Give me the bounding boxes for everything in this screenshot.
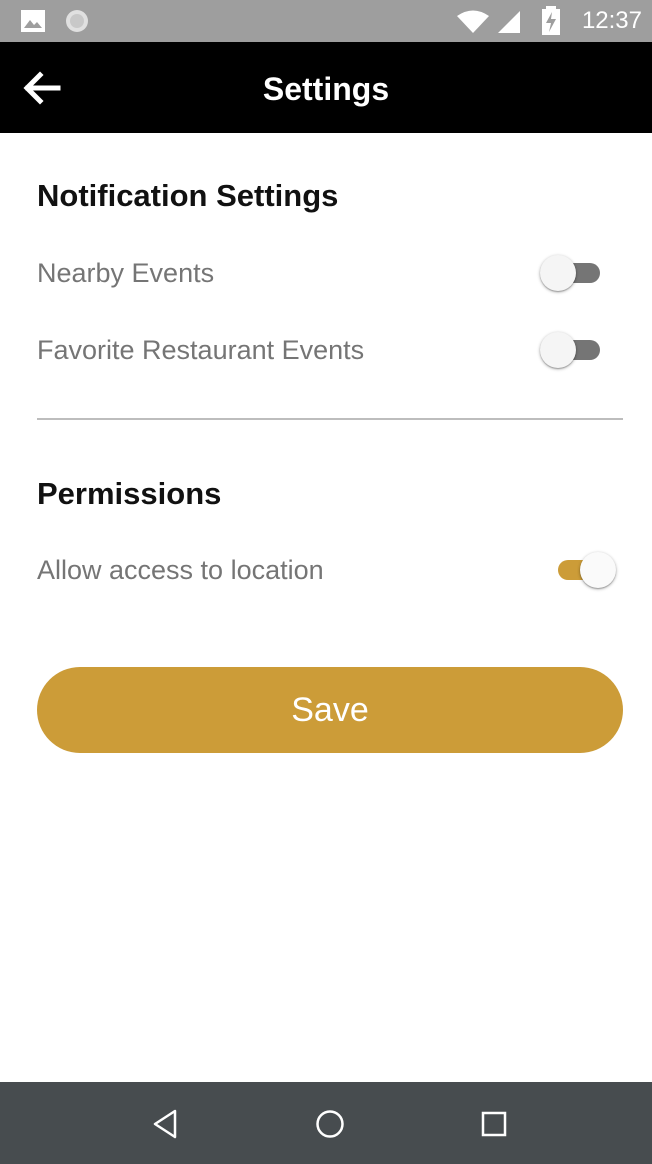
wifi-icon: [457, 10, 489, 33]
favorite-restaurant-events-label: Favorite Restaurant Events: [37, 335, 365, 365]
toggle-thumb: [580, 552, 616, 588]
nearby-events-toggle[interactable]: [540, 253, 604, 293]
notification-settings-title: Notification Settings: [37, 178, 339, 213]
back-triangle-icon[interactable]: [147, 1106, 183, 1142]
status-time: 12:37: [581, 7, 642, 34]
nearby-events-label: Nearby Events: [37, 258, 215, 288]
image-icon: [21, 10, 45, 32]
toggle-thumb: [540, 332, 576, 368]
page-title: Settings: [262, 71, 390, 107]
permissions-title: Permissions: [37, 476, 222, 511]
save-button[interactable]: Save: [37, 667, 623, 753]
toggle-thumb: [540, 255, 576, 291]
circle-notification-icon: [66, 10, 88, 32]
cell-signal-icon: [498, 11, 520, 33]
status-bar: 12:37: [0, 0, 652, 42]
location-access-toggle[interactable]: [554, 550, 618, 590]
app-bar: Settings: [0, 42, 652, 133]
favorite-restaurant-events-toggle[interactable]: [540, 330, 604, 370]
recents-square-icon[interactable]: [476, 1106, 512, 1142]
home-circle-icon[interactable]: [312, 1106, 348, 1142]
system-nav-bar: [0, 1082, 652, 1164]
section-divider: [37, 418, 623, 420]
location-access-label: Allow access to location: [37, 555, 324, 585]
battery-charging-icon: [542, 6, 560, 35]
